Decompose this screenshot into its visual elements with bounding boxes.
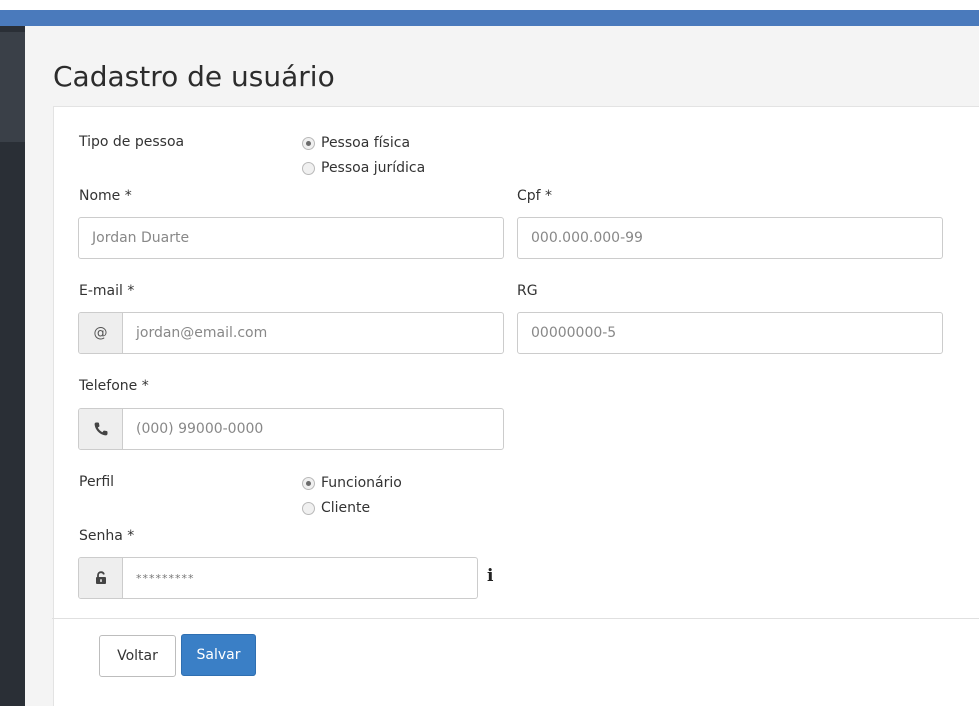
radio-unchecked-icon[interactable] (302, 161, 315, 175)
cpf-placeholder: 000.000.000-99 (531, 230, 643, 246)
senha-value: ********* (136, 571, 195, 585)
lock-icon (79, 558, 123, 598)
info-icon[interactable]: i (487, 566, 493, 586)
tipo-pessoa-label: Tipo de pessoa (79, 134, 185, 150)
radio-pessoa-juridica-label: Pessoa jurídica (321, 160, 426, 176)
nome-placeholder: Jordan Duarte (92, 230, 190, 246)
radio-cliente[interactable]: Cliente (302, 498, 370, 518)
cpf-input[interactable]: 000.000.000-99 (517, 217, 943, 259)
radio-cliente-label: Cliente (321, 500, 371, 516)
radio-funcionario[interactable]: Funcionário (302, 473, 402, 493)
sidebar (0, 26, 25, 706)
radio-checked-icon[interactable] (302, 136, 315, 150)
radio-checked-icon[interactable] (302, 476, 315, 490)
radio-unchecked-icon[interactable] (302, 501, 315, 515)
senha-input[interactable]: ********* (78, 557, 478, 599)
nome-label: Nome * (79, 188, 132, 204)
radio-pessoa-fisica[interactable]: Pessoa física (302, 133, 410, 153)
senha-label: Senha * (79, 528, 135, 544)
page-title: Cadastro de usuário (53, 60, 335, 93)
email-input[interactable]: @ jordan@email.com (78, 312, 504, 354)
nome-input[interactable]: Jordan Duarte (78, 217, 504, 259)
main-content: Cadastro de usuário (25, 26, 979, 706)
cpf-label: Cpf * (517, 188, 553, 204)
telefone-input[interactable]: (000) 99000-0000 (78, 408, 504, 450)
form-card (53, 106, 979, 706)
rg-placeholder: 00000000-5 (531, 325, 617, 341)
form-divider (52, 618, 979, 619)
email-placeholder: jordan@email.com (136, 325, 268, 341)
back-button[interactable]: Voltar (99, 635, 176, 677)
radio-funcionario-label: Funcionário (321, 475, 402, 491)
phone-icon (79, 409, 123, 449)
at-sign-icon: @ (79, 313, 123, 353)
email-label: E-mail * (79, 283, 135, 299)
top-navbar (0, 10, 979, 26)
sidebar-active-section (0, 32, 25, 142)
radio-pessoa-juridica[interactable]: Pessoa jurídica (302, 158, 425, 178)
top-white-strip (0, 0, 979, 10)
telefone-placeholder: (000) 99000-0000 (136, 421, 264, 437)
telefone-label: Telefone * (79, 378, 149, 394)
radio-pessoa-fisica-label: Pessoa física (321, 135, 411, 151)
rg-label: RG (517, 283, 538, 299)
save-button[interactable]: Salvar (181, 634, 256, 676)
rg-input[interactable]: 00000000-5 (517, 312, 943, 354)
perfil-label: Perfil (79, 474, 115, 490)
